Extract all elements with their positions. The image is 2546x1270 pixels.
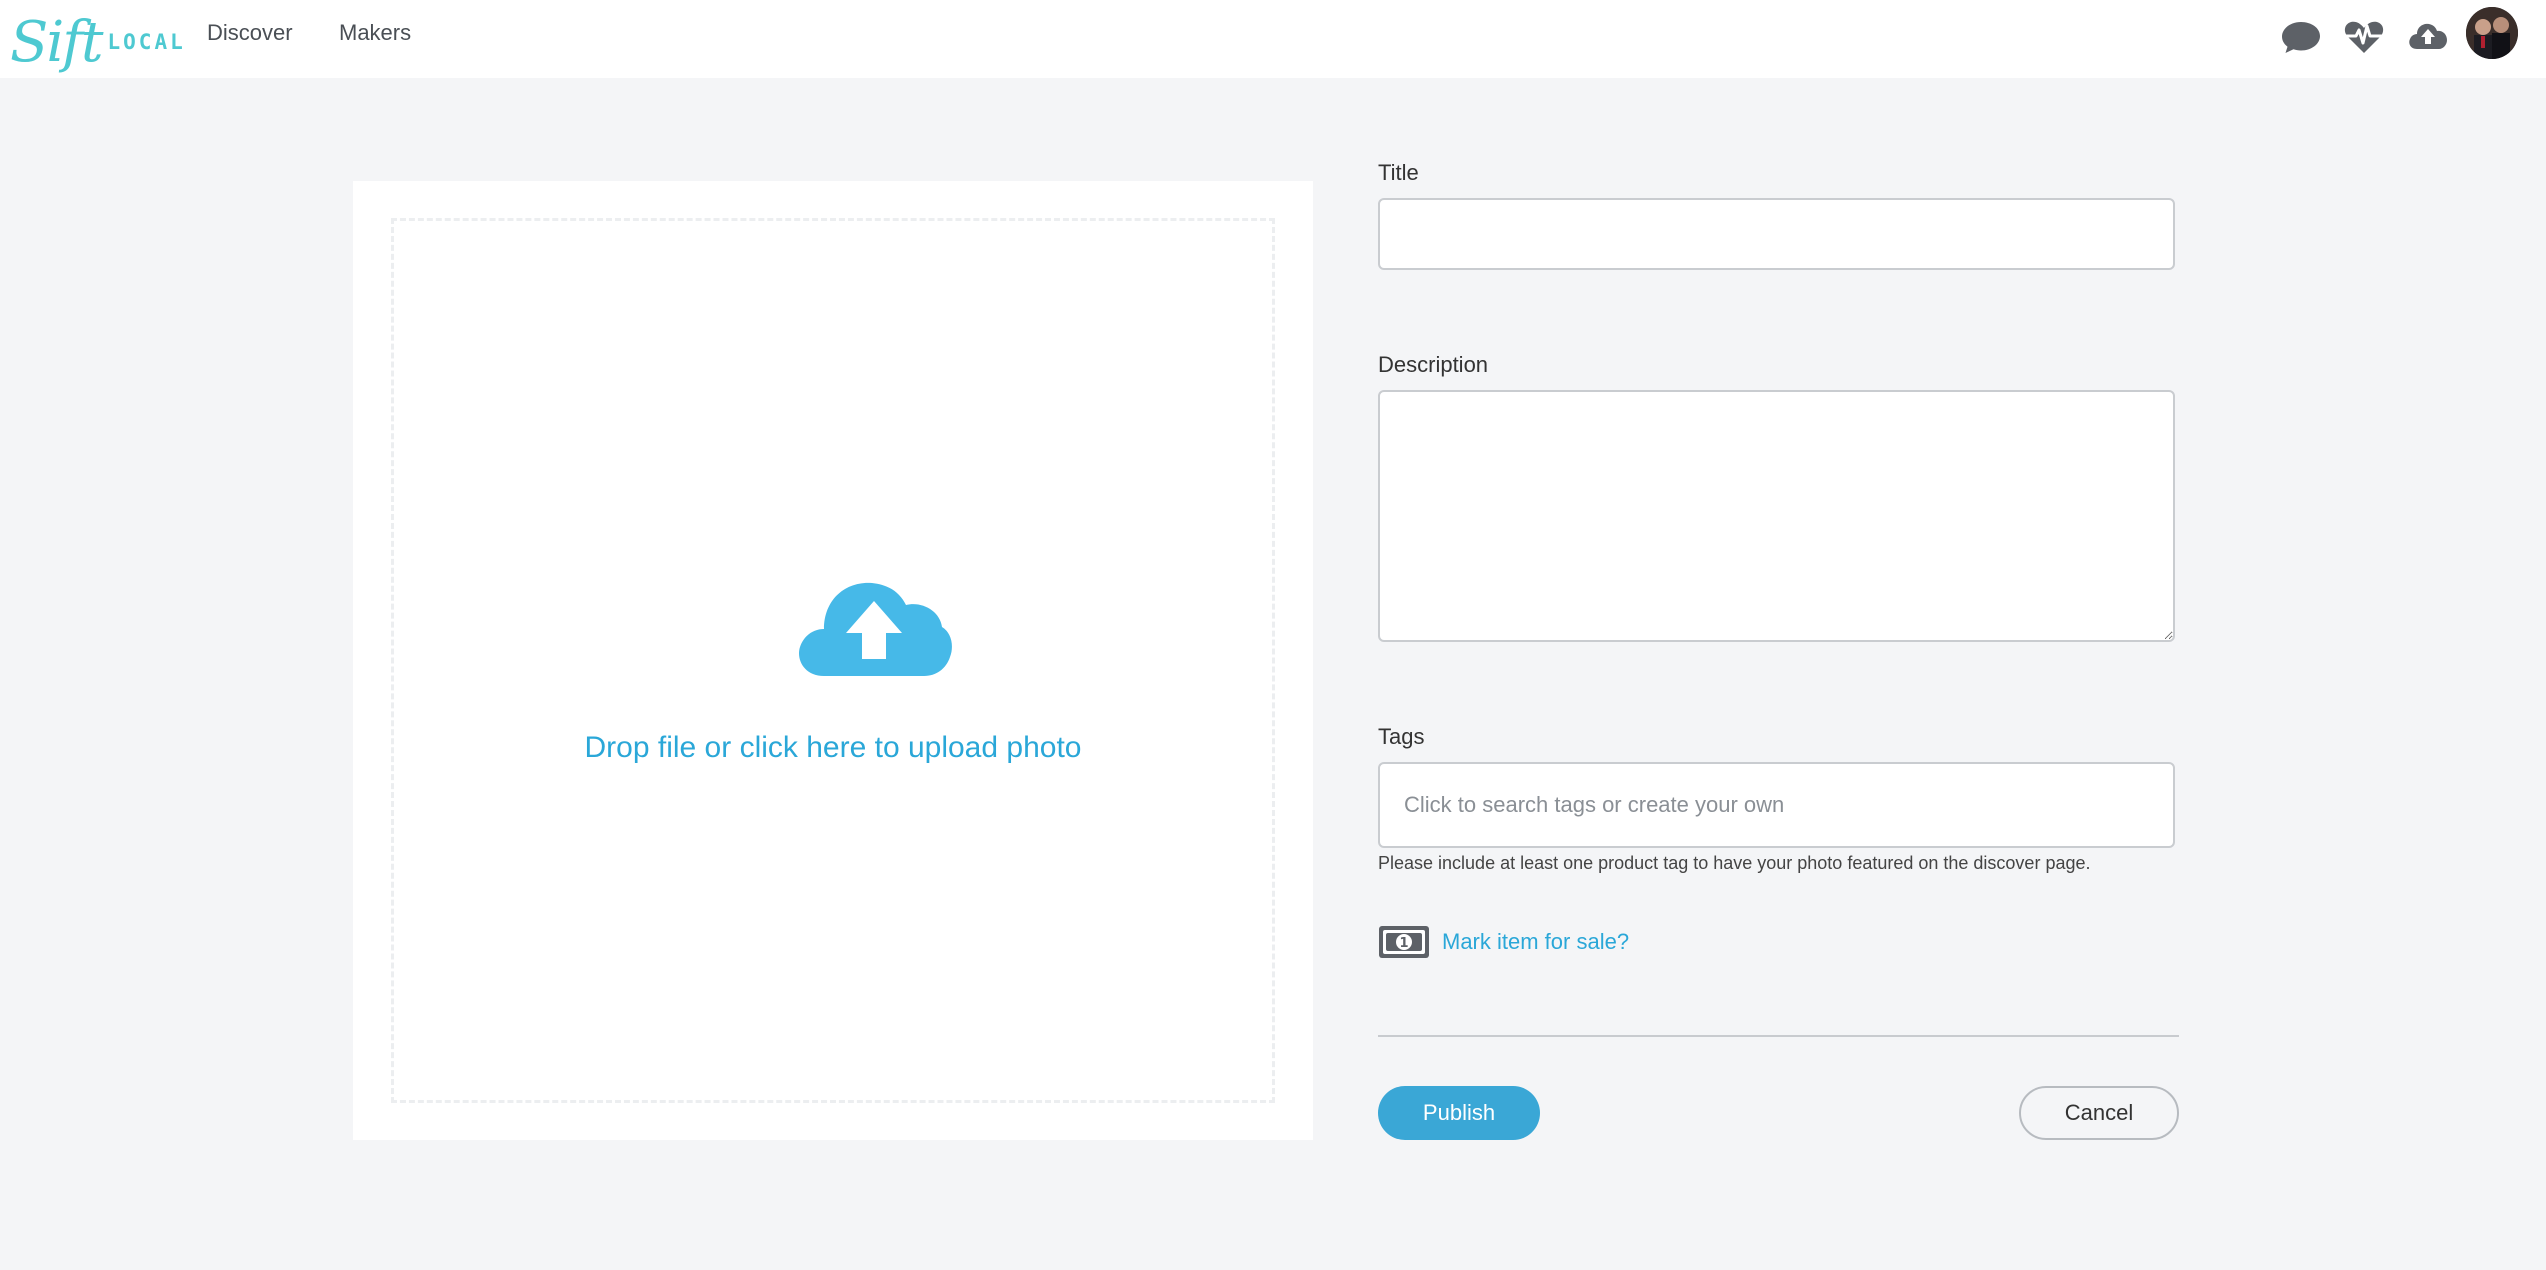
user-avatar[interactable] [2466, 7, 2518, 59]
dollar-bill-icon: 1 [1378, 924, 1430, 960]
logo-script-text: Sift [10, 10, 104, 75]
top-nav-bar: Sift LOCAL Discover Makers [0, 0, 2546, 78]
nav-link-makers[interactable]: Makers [339, 20, 411, 46]
svg-text:1: 1 [1399, 936, 1408, 951]
description-textarea[interactable] [1378, 390, 2175, 642]
tags-input[interactable] [1378, 762, 2175, 848]
photo-dropzone[interactable]: Drop file or click here to upload photo [391, 218, 1275, 1103]
publish-button[interactable]: Publish [1378, 1086, 1540, 1140]
chat-bubble-icon[interactable] [2277, 12, 2325, 60]
cloud-upload-icon[interactable] [794, 561, 954, 679]
nav-link-discover[interactable]: Discover [207, 20, 293, 46]
title-input[interactable] [1378, 198, 2175, 270]
upload-prompt[interactable]: Drop file or click here to upload photo [394, 731, 1272, 765]
tags-label: Tags [1378, 724, 1425, 749]
upload-panel: Drop file or click here to upload photo [353, 181, 1313, 1140]
description-label: Description [1378, 352, 1489, 377]
logo-word-text: LOCAL [107, 30, 186, 54]
title-label: Title [1378, 160, 1419, 185]
heart-pulse-icon[interactable] [2340, 12, 2388, 60]
tags-help-text: Please include at least one product tag … [1378, 853, 2091, 873]
form-divider [1378, 1035, 2179, 1037]
mark-for-sale-toggle[interactable]: 1 Mark item for sale? [1378, 924, 1629, 960]
site-logo[interactable]: Sift LOCAL [10, 4, 186, 74]
cloud-upload-icon[interactable] [2404, 12, 2452, 60]
cancel-button[interactable]: Cancel [2019, 1086, 2179, 1140]
mark-for-sale-link[interactable]: Mark item for sale? [1442, 929, 1629, 955]
